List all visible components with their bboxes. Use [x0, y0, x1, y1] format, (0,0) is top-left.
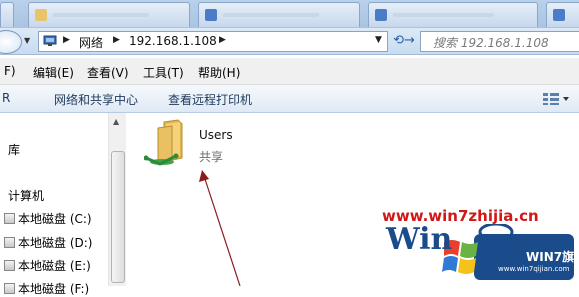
breadcrumb-separator[interactable]: ▶	[219, 35, 226, 45]
folder-icon	[35, 9, 47, 21]
breadcrumb-separator[interactable]: ▶	[113, 35, 120, 45]
drive-icon	[4, 213, 15, 224]
drive-icon	[4, 260, 15, 271]
nav-drive-d[interactable]: 本地磁盘 (D:)	[18, 234, 92, 251]
page-icon	[375, 9, 387, 21]
browser-tab-strip	[0, 0, 579, 28]
shared-folder-icon[interactable]	[144, 118, 192, 170]
nav-computer[interactable]: 计算机	[8, 187, 44, 204]
breadcrumb-host[interactable]: 192.168.1.108	[129, 34, 217, 48]
nav-drive-e[interactable]: 本地磁盘 (E:)	[18, 257, 91, 274]
network-sharing-center-button[interactable]: 网络和共享中心	[54, 91, 138, 108]
watermark-badge-url: www.win7qijian.com	[498, 265, 570, 273]
folder-subtitle: 共享	[199, 150, 224, 164]
drive-icon	[4, 283, 15, 294]
nav-drive-c[interactable]: 本地磁盘 (C:)	[18, 210, 92, 227]
search-placeholder: 搜索 192.168.1.108	[433, 36, 549, 50]
view-options-icon[interactable]	[541, 90, 571, 107]
forward-button[interactable]	[0, 30, 22, 54]
nav-scrollbar[interactable]: ▲	[108, 113, 126, 286]
address-dropdown-icon[interactable]: ▼	[375, 35, 382, 45]
nav-drive-f[interactable]: 本地磁盘 (F:)	[18, 280, 89, 297]
refresh-icon[interactable]: ⟲→	[391, 31, 417, 51]
search-input[interactable]: 搜索 192.168.1.108	[420, 31, 579, 52]
menu-bar: F) 编辑(E) 查看(V) 工具(T) 帮助(H)	[0, 58, 579, 85]
browser-tab[interactable]	[28, 2, 190, 27]
browser-tab[interactable]	[546, 2, 579, 27]
address-bar[interactable]: ▶ 网络 ▶ 192.168.1.108 ▶ ▼	[38, 31, 388, 52]
browser-tab[interactable]	[368, 2, 538, 27]
menu-view[interactable]: 查看(V)	[87, 64, 129, 81]
chevron-down-icon[interactable]: ▼	[24, 36, 30, 45]
browser-tab[interactable]	[198, 2, 360, 27]
menu-tools[interactable]: 工具(T)	[143, 64, 184, 81]
scroll-up-icon[interactable]: ▲	[113, 117, 119, 126]
menu-help[interactable]: 帮助(H)	[198, 64, 240, 81]
breadcrumb-separator[interactable]: ▶	[63, 35, 70, 45]
page-icon	[553, 9, 565, 21]
browser-tab[interactable]	[0, 2, 14, 27]
menu-edit[interactable]: 编辑(E)	[33, 64, 74, 81]
nav-libraries[interactable]: 库	[8, 141, 20, 158]
network-icon	[43, 35, 57, 46]
drive-icon	[4, 237, 15, 248]
organize-button[interactable]: R	[2, 91, 10, 105]
menu-file[interactable]: F)	[4, 64, 16, 78]
view-remote-printers-button[interactable]: 查看远程打印机	[168, 91, 252, 108]
watermark-badge: WIN7旗舰版	[526, 250, 579, 264]
breadcrumb-network[interactable]: 网络	[79, 34, 103, 51]
page-icon	[205, 9, 217, 21]
annotation-arrow	[199, 170, 241, 286]
address-row: ▼ ▶ 网络 ▶ 192.168.1.108 ▶ ▼ ⟲→ 搜索 192.168…	[0, 28, 579, 55]
command-bar: R 网络和共享中心 查看远程打印机	[0, 85, 579, 113]
watermark-logo-text: Win	[386, 222, 453, 257]
folder-name[interactable]: Users	[199, 128, 233, 142]
scrollbar-thumb[interactable]	[111, 151, 125, 283]
